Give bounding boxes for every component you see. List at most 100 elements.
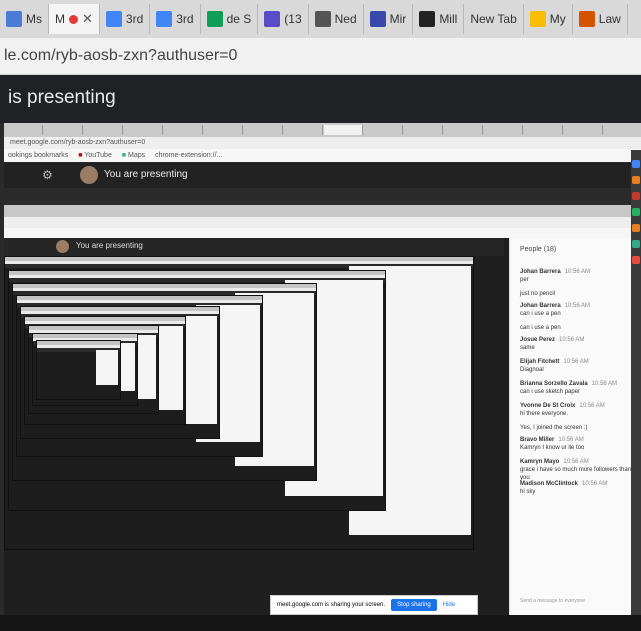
tab-label: Mir [389, 12, 407, 26]
tab-5[interactable]: (13 [258, 4, 309, 34]
inner-tab [44, 125, 83, 135]
tab-11[interactable]: Law [573, 4, 628, 34]
tab-label: de S [226, 12, 252, 26]
chat-time: 10:56 AM [582, 481, 608, 487]
ext-icon[interactable] [632, 160, 640, 168]
close-icon[interactable]: ✕ [82, 11, 93, 27]
inner-presenting-bar: ⚙ You are presenting [4, 163, 641, 188]
ext-icon[interactable] [632, 240, 640, 248]
address-text: le.com/ryb-aosb-zxn?authuser=0 [4, 47, 238, 64]
chat-sender: Bravo Miller [520, 437, 555, 443]
chat-text: just no pencil [520, 291, 556, 297]
inner-tab [604, 125, 641, 135]
inner-tab [84, 125, 123, 135]
chat-message: Bravo Miller 10:56 AM Kamryn I know ur lie… [520, 436, 640, 452]
chat-text: Kamryn I know ur lie too [520, 445, 585, 451]
tab-label: M [55, 12, 65, 26]
bookmark-3: chrome-extension://... [155, 152, 223, 159]
nested-address-bar [4, 217, 641, 228]
nested-window: You are presenting People (18) Send a me… [4, 205, 641, 615]
presenting-banner: is presenting [0, 75, 641, 123]
stop-sharing-button[interactable]: Stop sharing [391, 599, 437, 611]
chat-time: 10:56 AM [564, 303, 591, 309]
ext-icon[interactable] [632, 192, 640, 200]
chat-message: can i use a pen [520, 324, 640, 332]
inner-tab [4, 125, 43, 135]
chat-time: 10:56 AM [558, 437, 584, 443]
tab-label: Mill [439, 12, 458, 26]
address-bar[interactable]: le.com/ryb-aosb-zxn?authuser=0 [0, 38, 641, 75]
chat-sender: Yvonne De St Croix [520, 403, 576, 409]
chat-input[interactable]: Send a message to everyone [520, 598, 585, 604]
extension-strip [631, 150, 641, 631]
chat-message: Yes, I joined the screen :) [520, 424, 640, 432]
tab-2[interactable]: 3rd [100, 4, 151, 34]
calendar-icon [369, 11, 386, 27]
inner-tab [324, 125, 363, 135]
bookmark-0: ookings bookmarks [8, 152, 69, 159]
ext-icon[interactable] [632, 208, 640, 216]
youtube-icon: ■ [78, 152, 83, 159]
gear-icon: ⚙ [42, 168, 53, 182]
inner-tab [404, 125, 443, 135]
tab-8[interactable]: Mill [413, 4, 465, 34]
inner-tab [284, 125, 323, 135]
inner-tab [124, 125, 163, 135]
inner-bookmarks-bar: ookings bookmarks ■ YouTube ■ Maps chrom… [4, 149, 641, 162]
hide-button[interactable]: Hide [443, 602, 455, 608]
nested-tab-strip [4, 205, 641, 217]
share-bar: meet.google.com is sharing your screen. … [270, 595, 478, 615]
tab-1[interactable]: M ✕ [49, 4, 100, 34]
law-icon [578, 11, 595, 27]
tab-7[interactable]: Mir [364, 4, 414, 34]
chat-sender: Elijah Fitchett [520, 359, 560, 365]
chat-text: hi sky [520, 489, 536, 495]
chat-message: Josue Perez 10:56 AM same [520, 336, 640, 352]
chat-sender: Kamryn Mayo [520, 459, 560, 465]
chat-text: can i use a pen [520, 325, 561, 331]
inner-address-text: meet.google.com/ryb-aosb-zxn?authuser=0 [10, 139, 146, 146]
chat-time: 10:56 AM [579, 403, 605, 409]
tab-label: (13 [284, 12, 302, 26]
maps-icon: ■ [121, 152, 127, 159]
people-header[interactable]: People (18) [520, 246, 556, 253]
chat-message: Madison McClintock 10:56 AM hi sky [520, 480, 640, 496]
tab-3[interactable]: 3rd [150, 4, 201, 34]
chat-text: can i use a pen [520, 311, 561, 317]
nested-frame [36, 340, 121, 400]
inner-presenting-text: You are presenting [104, 169, 188, 180]
tab-10[interactable]: My [524, 4, 573, 34]
drive-icon [529, 11, 546, 27]
tab-0[interactable]: Ms [0, 4, 49, 34]
bookmark-2: Maps [127, 152, 146, 159]
inner-tab [204, 125, 243, 135]
chat-sender: Johan Barrera [520, 303, 561, 309]
ext-icon[interactable] [632, 176, 640, 184]
inner-tab [364, 125, 403, 135]
chat-message: Elijah Fitchett 10:56 AM Diagnoal [520, 358, 640, 374]
nested-avatar [56, 240, 69, 253]
recursive-screen [4, 256, 504, 615]
inner-address-bar: meet.google.com/ryb-aosb-zxn?authuser=0 [4, 137, 641, 149]
chat-time: 10:56 AM [563, 359, 589, 365]
tab-label: Ned [334, 12, 357, 26]
inner-tab [484, 125, 523, 135]
tab-label: Law [598, 12, 621, 26]
chat-time: 10:56 AM [559, 337, 585, 343]
inner-tab [164, 125, 203, 135]
chat-message: Johan Barrera 10:56 AM per [520, 268, 640, 284]
chat-panel: People (18) Send a message to everyone J… [509, 238, 641, 615]
chat-time: 10:56 AM [564, 269, 591, 275]
docs-icon [156, 11, 173, 27]
ext-icon[interactable] [632, 224, 640, 232]
mail-icon [264, 11, 281, 27]
tab-9[interactable]: New Tab [464, 4, 524, 34]
chat-time: 10:56 AM [563, 459, 589, 465]
ext-icon[interactable] [632, 256, 640, 264]
inner-tab [564, 125, 603, 135]
inner-tab [524, 125, 563, 135]
tab-4[interactable]: de S [201, 4, 259, 34]
shared-screen: meet.google.com/ryb-aosb-zxn?authuser=0 … [0, 123, 641, 631]
avatar [80, 166, 98, 184]
tab-6[interactable]: Ned [309, 4, 364, 34]
